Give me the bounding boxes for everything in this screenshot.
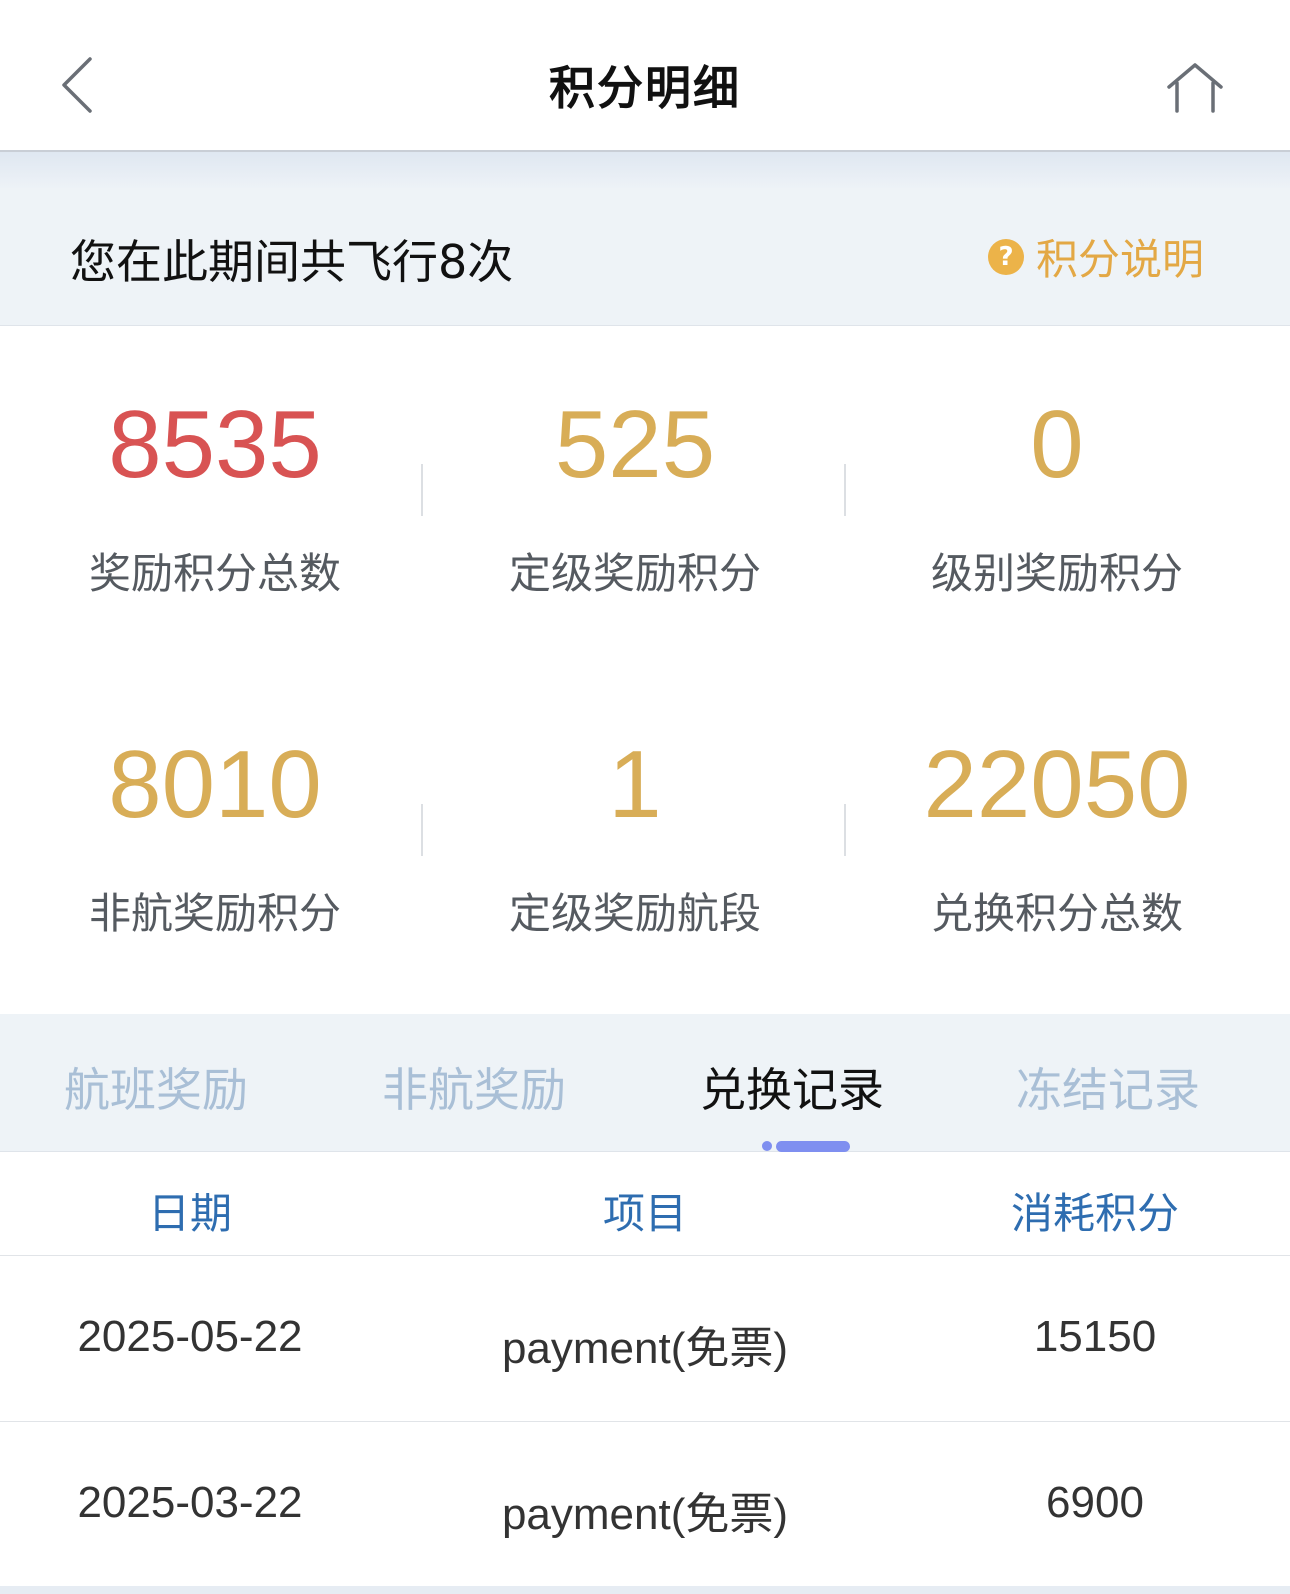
header-shadow	[0, 152, 1290, 188]
flight-count-text: 您在此期间共飞行8次	[70, 235, 514, 289]
question-circle-icon: ?	[987, 238, 1024, 275]
active-tab-indicator-dot	[762, 1141, 772, 1151]
points-explanation-link[interactable]: ? 积分说明	[987, 226, 1204, 287]
page-title: 积分明细	[549, 61, 741, 115]
cell-item: payment(免票)	[501, 1324, 789, 1373]
cell-item: payment(免票)	[501, 1490, 789, 1539]
active-tab-indicator	[776, 1141, 850, 1152]
tab-flight-rewards[interactable]: 航班奖励	[64, 1054, 248, 1120]
stat-label: 奖励积分总数	[88, 549, 341, 598]
stat-qualifying-segments: 1 定级奖励航段	[420, 730, 850, 970]
points-detail-page: 积分明细 您在此期间共飞行8次 ? 积分说明 8535 奖励积分总数 525 定…	[0, 0, 1290, 1594]
stat-qualifying-reward-points: 525 定级奖励积分	[420, 390, 850, 630]
stat-label: 兑换积分总数	[930, 889, 1183, 938]
stat-label: 非航奖励积分	[88, 889, 341, 938]
home-icon	[1167, 63, 1223, 113]
stat-total-redeemed-points: 22050 兑换积分总数	[842, 730, 1272, 970]
bottom-edge	[0, 1586, 1290, 1594]
stat-non-flight-reward-points: 8010 非航奖励积分	[0, 730, 430, 970]
stat-value: 8535	[108, 391, 322, 498]
stat-label: 定级奖励积分	[508, 549, 761, 598]
table-header: 日期 项目 消耗积分	[0, 1152, 1290, 1256]
navigation-bar: 积分明细	[0, 0, 1290, 152]
column-header-points-used: 消耗积分	[1010, 1189, 1179, 1238]
tab-non-flight-rewards[interactable]: 非航奖励	[382, 1054, 566, 1120]
stat-value: 22050	[923, 731, 1191, 838]
stat-value: 525	[554, 391, 716, 498]
redemption-table: 日期 项目 消耗积分 2025-05-22 payment(免票) 15150 …	[0, 1152, 1290, 1594]
stat-label: 定级奖励航段	[508, 889, 761, 938]
column-header-date: 日期	[147, 1189, 232, 1238]
tab-frozen-records[interactable]: 冻结记录	[1016, 1054, 1200, 1120]
flight-summary-bar: 您在此期间共飞行8次 ? 积分说明	[0, 188, 1290, 326]
points-explanation-label: 积分说明	[1035, 235, 1204, 284]
points-stats-grid: 8535 奖励积分总数 525 定级奖励积分 0 级别奖励积分 8010 非航奖…	[0, 326, 1290, 1014]
stat-label: 级别奖励积分	[930, 549, 1183, 598]
table-row: 2025-03-22 payment(免票) 6900	[0, 1422, 1290, 1588]
cell-date: 2025-03-22	[77, 1478, 303, 1527]
home-button[interactable]	[1160, 54, 1230, 120]
stat-total-reward-points: 8535 奖励积分总数	[0, 390, 430, 630]
cell-date: 2025-05-22	[77, 1312, 303, 1361]
cell-points-used: 6900	[1046, 1478, 1144, 1527]
stat-value: 8010	[108, 731, 322, 838]
stat-tier-reward-points: 0 级别奖励积分	[842, 390, 1272, 630]
cell-points-used: 15150	[1033, 1312, 1157, 1361]
table-row: 2025-05-22 payment(免票) 15150	[0, 1256, 1290, 1422]
column-header-item: 项目	[602, 1189, 687, 1238]
tab-redemption-records[interactable]: 兑换记录	[700, 1054, 884, 1120]
stat-value: 0	[1030, 391, 1084, 498]
record-tabs: 航班奖励 非航奖励 兑换记录 冻结记录	[0, 1014, 1290, 1152]
stat-value: 1	[608, 731, 662, 838]
